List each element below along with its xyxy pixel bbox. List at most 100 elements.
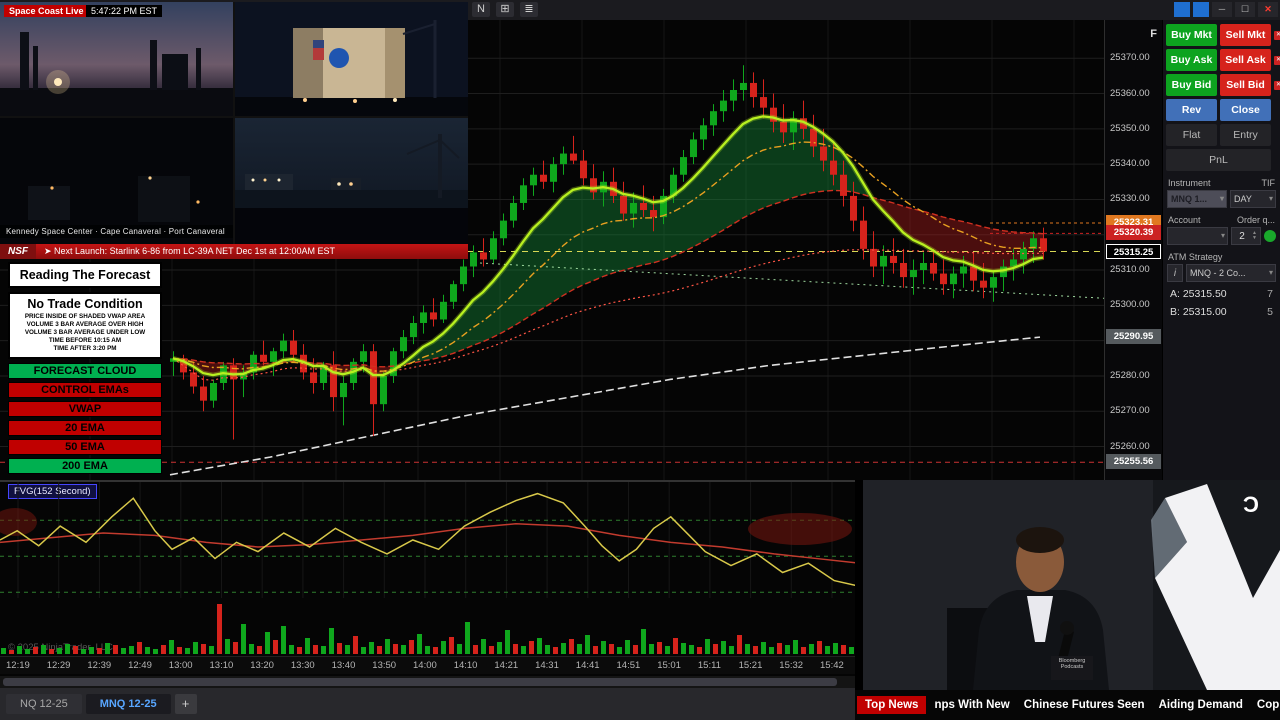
time-tick: 12:29	[46, 660, 71, 671]
spacecoast-video-grid: Space Coast Live 5:47:22 PM EST Kennedy …	[0, 2, 468, 244]
indicator-panel[interactable]	[0, 482, 860, 598]
condition-line: VOLUME 3 BAR AVERAGE UNDER LOW	[24, 329, 146, 336]
buy-ask-button[interactable]: Buy Ask	[1166, 49, 1217, 71]
quantity-stepper[interactable]: 2 ▲ ▼	[1231, 227, 1261, 245]
time-tick: 15:32	[779, 660, 804, 671]
close-position-button[interactable]: Close	[1220, 99, 1271, 121]
news-headline: Aiding Demand	[1158, 699, 1243, 711]
chevron-down-icon: ▾	[1220, 231, 1225, 240]
legend-row: FORECAST CLOUD	[8, 363, 162, 379]
focus-badge: F	[1150, 28, 1157, 40]
chart-trader-panel: Buy Mkt Sell Mkt ✕ Buy Ask Sell Ask ✕ Bu…	[1162, 20, 1280, 482]
minimize-button[interactable]: ─	[1212, 2, 1232, 17]
news-headline: Chinese Futures Seen	[1023, 699, 1145, 711]
row-close-icon[interactable]: ✕	[1274, 55, 1280, 65]
ask-depth: 7	[1267, 288, 1273, 300]
price-tick: 25350.00	[1110, 122, 1150, 134]
nsf-ticker: NSF ➤ Next Launch: Starlink 6-86 from LC…	[0, 244, 468, 259]
volume-panel[interactable]	[0, 598, 860, 656]
sell-market-button[interactable]: Sell Mkt	[1220, 24, 1271, 46]
account-select[interactable]: ▾	[1167, 227, 1228, 245]
condition-lines: PRICE INSIDE OF SHADED VWAP AREA VOLUME 3…	[12, 313, 158, 353]
price-tick: 25330.00	[1110, 193, 1150, 205]
interview-video-overlay: Ɔ Bloomberg Podcasts	[855, 480, 1280, 690]
video-pad-crane	[235, 118, 468, 244]
maximize-button[interactable]: ☐	[1235, 2, 1255, 17]
price-tick: 25340.00	[1110, 158, 1150, 170]
live-badge: Space Coast Live	[4, 5, 89, 17]
sell-bid-button[interactable]: Sell Bid	[1220, 74, 1271, 96]
video-launchpad-dusk: Space Coast Live 5:47:22 PM EST	[0, 2, 233, 116]
forecast-title: Reading The Forecast	[8, 262, 162, 288]
bid-quote-row: B: 25315.00 5	[1170, 306, 1273, 318]
price-tick: 25370.00	[1110, 52, 1150, 64]
time-axis[interactable]: 12:19 12:29 12:39 12:49 13:00 13:10 13:20 13:30…	[0, 656, 860, 674]
mic-flag: Bloomberg Podcasts	[1051, 656, 1093, 680]
time-tick: 14:00	[413, 660, 437, 671]
ask-price: A: 25315.50	[1170, 288, 1227, 300]
sell-ask-button[interactable]: Sell Ask	[1220, 49, 1271, 71]
legend-rows: FORECAST CLOUD CONTROL EMAs VWAP 20 EMA 50 E…	[8, 363, 162, 474]
scrollbar-thumb[interactable]	[3, 678, 837, 686]
nasa-meatball	[329, 48, 349, 68]
price-tick: 25270.00	[1110, 405, 1150, 417]
ninjatrader-logo-icon: N	[472, 2, 490, 17]
row-close-icon[interactable]: ✕	[1274, 80, 1280, 90]
chart-scrollbar[interactable]	[0, 676, 860, 688]
row-close-icon[interactable]: ✕	[1274, 30, 1280, 40]
reverse-button[interactable]: Rev	[1166, 99, 1217, 121]
account-label: Account	[1168, 215, 1201, 225]
order-qty-label: Order q...	[1236, 215, 1275, 225]
news-headline: nps With New	[934, 699, 1010, 711]
trading-workspace: N ⊞ ≣ ─ ☐ ✕ F 25370.00 25360.00 25350.00 25…	[0, 0, 1280, 720]
bid-price: B: 25315.00	[1170, 306, 1227, 318]
price-marker: 25315.25	[1106, 243, 1161, 259]
connection-status-icon	[1264, 230, 1276, 242]
price-tick: 25280.00	[1110, 369, 1150, 381]
time-tick: 13:00	[168, 660, 193, 671]
condition-line: PRICE INSIDE OF SHADED VWAP AREA	[24, 313, 146, 320]
link-color-icon-2[interactable]	[1193, 2, 1209, 17]
channel-watermark-glyph: Ɔ	[1243, 492, 1259, 517]
close-button[interactable]: ✕	[1258, 2, 1278, 17]
buy-market-button[interactable]: Buy Mkt	[1166, 24, 1217, 46]
nsf-logo: NSF	[0, 244, 36, 259]
legend-row: 50 EMA	[8, 439, 162, 455]
price-marker: 25255.56	[1106, 454, 1161, 470]
add-tab-button[interactable]: +	[174, 694, 197, 714]
link-color-icon-1[interactable]	[1174, 2, 1190, 17]
tab-mnq-12-25[interactable]: MNQ 12-25	[85, 694, 171, 714]
workspace-grid-icon[interactable]: ⊞	[496, 2, 514, 17]
tab-nq-12-25[interactable]: NQ 12-25	[6, 694, 82, 714]
pnl-display[interactable]: PnL	[1166, 149, 1271, 171]
price-axis[interactable]: F 25370.00 25360.00 25350.00 25340.00 25330.…	[1104, 20, 1162, 482]
chevron-down-icon: ▾	[1268, 194, 1273, 203]
legend-row: 200 EMA	[8, 458, 162, 474]
atm-strategy-select[interactable]: MNQ - 2 Co... ▾	[1186, 264, 1276, 282]
tif-select[interactable]: DAY ▾	[1230, 190, 1276, 208]
condition-title: No Trade Condition	[27, 297, 143, 311]
instrument-list-icon[interactable]: ≣	[520, 2, 538, 17]
stepper-arrows-icon[interactable]: ▲ ▼	[1252, 231, 1260, 241]
time-tick: 13:50	[372, 660, 397, 671]
top-news-badge: Top News	[857, 696, 927, 714]
entry-status: Entry	[1220, 124, 1271, 146]
time-tick: 14:31	[535, 660, 559, 671]
atm-info-icon[interactable]: i	[1167, 264, 1183, 282]
price-marker: 25320.39	[1106, 225, 1161, 241]
condition-line: TIME AFTER 3:20 PM	[53, 345, 117, 352]
video-dark-pad: Kennedy Space Center · Cape Canaveral · …	[0, 118, 233, 244]
instrument-label: Instrument	[1168, 178, 1211, 188]
condition-line: VOLUME 3 BAR AVERAGE OVER HIGH	[26, 321, 144, 328]
time-tick: 15:42	[820, 660, 844, 671]
chart-tab-bar: NQ 12-25 MNQ 12-25 +	[0, 688, 855, 720]
price-tick: 25260.00	[1110, 440, 1150, 452]
price-marker: 25290.95	[1106, 329, 1161, 345]
instrument-select[interactable]: MNQ 1... ▾	[1167, 190, 1227, 208]
person-hair	[1016, 527, 1064, 553]
price-tick: 25360.00	[1110, 87, 1150, 99]
buy-bid-button[interactable]: Buy Bid	[1166, 74, 1217, 96]
bid-depth: 5	[1267, 306, 1273, 318]
time-tick: 12:39	[87, 660, 112, 671]
atm-strategy-label: ATM Strategy	[1168, 252, 1223, 262]
